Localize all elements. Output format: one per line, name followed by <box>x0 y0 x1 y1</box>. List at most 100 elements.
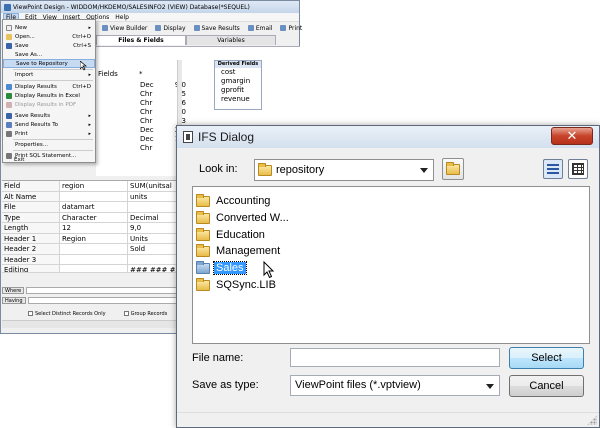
menu-item-send-results-to[interactable]: Send Results To ▸ <box>3 120 95 129</box>
file-menu: New ▸ Open... Ctrl+O Save Ctrl+S Save As...… <box>2 19 96 163</box>
property-value[interactable]: datamart <box>60 202 128 212</box>
list-item[interactable]: Education <box>196 227 267 243</box>
property-value[interactable] <box>60 191 128 201</box>
look-in-select[interactable]: repository <box>254 159 434 181</box>
property-value[interactable] <box>60 265 128 272</box>
cancel-button[interactable]: Cancel <box>509 375 584 397</box>
menu-help[interactable]: Help <box>115 14 129 21</box>
menu-item-save-results[interactable]: Save Results ▸ <box>3 111 95 120</box>
field-type: Chr <box>140 117 153 125</box>
list-item-label: Management <box>216 245 281 257</box>
vp-title: ViewPoint Design - WIDDOM/HKDEMO/SALESIN… <box>13 3 250 11</box>
menu-item-save-as[interactable]: Save As... <box>3 50 95 59</box>
look-in-label: Look in: <box>199 163 238 175</box>
menu-item-new[interactable]: New ▸ <box>3 23 95 32</box>
submenu-arrow-icon: ▸ <box>88 71 91 78</box>
property-name: Header 1 <box>2 233 60 243</box>
select-distinct-checkbox[interactable] <box>28 311 33 316</box>
list-item[interactable]: Accounting <box>196 193 272 209</box>
property-value[interactable]: Decimal <box>128 213 159 223</box>
chevron-down-icon <box>486 384 494 389</box>
close-button[interactable]: ✕ <box>551 127 593 145</box>
menu-item-label: Save to Repository <box>16 60 68 67</box>
tab-files-fields[interactable]: Files & Fields <box>96 35 186 45</box>
menu-item-display-excel[interactable]: Display Results in Excel <box>3 91 95 100</box>
derived-field-item[interactable]: gmargin <box>215 77 261 86</box>
menu-item-open[interactable]: Open... Ctrl+O <box>3 32 95 41</box>
derived-fields-box: Derived Fields cost gmargin gprofit reve… <box>214 60 262 110</box>
menu-item-label: Properties... <box>15 141 49 148</box>
property-value[interactable]: Sold <box>128 244 145 254</box>
record-options: Select Distinct Records Only Group Recor… <box>28 311 167 317</box>
up-one-level-button[interactable] <box>442 158 464 180</box>
property-value[interactable]: Units <box>128 234 148 244</box>
display-icon <box>155 25 162 31</box>
excel-icon <box>6 92 12 99</box>
save-as-type-select[interactable]: ViewPoint files (*.vptview) <box>290 375 500 396</box>
resize-grip[interactable] <box>587 415 597 425</box>
menu-item-print[interactable]: Print ▸ <box>3 129 95 138</box>
chevron-down-icon <box>420 168 428 173</box>
folder-icon <box>196 260 210 274</box>
details-view-button[interactable] <box>568 159 588 179</box>
derived-field-item[interactable]: cost <box>215 68 261 77</box>
menu-item-display-results[interactable]: Display Results Ctrl+D <box>3 82 95 91</box>
list-item[interactable]: SQSync.LIB <box>196 277 278 293</box>
email-button[interactable]: Email <box>246 24 275 33</box>
ifs-dialog: IFS Dialog ✕ Look in: repository Account… <box>176 125 600 428</box>
group-records-option[interactable]: Group Records <box>123 311 167 317</box>
menu-item-properties[interactable]: Properties... <box>3 140 95 149</box>
vp-tabs: Files & Fields Variables <box>96 35 276 45</box>
open-folder-icon <box>6 33 12 40</box>
property-value[interactable]: Region <box>60 233 128 243</box>
property-value[interactable]: region <box>60 181 128 191</box>
property-value[interactable]: 9,0 <box>128 223 141 233</box>
select-button[interactable]: Select <box>509 347 584 369</box>
field-type: Chr <box>140 108 153 116</box>
tab-variables[interactable]: Variables <box>186 35 276 45</box>
property-value[interactable]: Character <box>60 212 128 222</box>
list-item[interactable]: Management <box>196 243 282 259</box>
where-input[interactable] <box>26 287 182 294</box>
view-builder-button[interactable]: View Builder <box>100 24 149 33</box>
where-button[interactable]: Where <box>2 287 25 294</box>
menu-shortcut: Ctrl+D <box>72 83 91 90</box>
derived-field-item[interactable]: revenue <box>215 95 261 104</box>
menu-item-save[interactable]: Save Ctrl+S <box>3 41 95 50</box>
derived-field-item[interactable]: gprofit <box>215 86 261 95</box>
field-length: 25 <box>166 90 186 98</box>
save-icon <box>6 42 12 49</box>
field-length: 16 <box>166 99 186 107</box>
print-button[interactable]: Print <box>278 24 304 33</box>
property-value[interactable]: 12 <box>60 223 128 233</box>
menu-item-display-pdf[interactable]: Display Results in PDF <box>3 100 95 109</box>
list-item-selected[interactable]: Sales <box>196 260 247 276</box>
menu-item-exit-label[interactable]: Exit <box>14 157 24 163</box>
menu-item-label: Display Results in PDF <box>15 101 77 108</box>
select-distinct-option[interactable]: Select Distinct Records Only <box>28 311 106 317</box>
list-item[interactable]: Converted W... <box>196 210 291 226</box>
folder-icon <box>196 243 210 257</box>
property-value[interactable]: SUM(unitsal <box>128 181 172 191</box>
file-name-input[interactable] <box>290 348 500 367</box>
print-label: Print <box>288 24 303 32</box>
save-results-button[interactable]: Save Results <box>192 24 242 33</box>
dialog-title: IFS Dialog <box>198 130 255 144</box>
file-list-pane[interactable]: Accounting Converted W... Education Mana… <box>192 186 590 344</box>
property-value[interactable] <box>60 244 128 254</box>
save-as-type-label: Save as type: <box>192 379 259 391</box>
menu-item-import[interactable]: Import ▸ <box>3 70 95 79</box>
having-button[interactable]: Having <box>2 297 26 304</box>
property-value[interactable] <box>128 255 130 265</box>
list-view-button[interactable] <box>543 159 563 179</box>
property-value[interactable] <box>128 202 130 212</box>
display-button[interactable]: Display <box>153 24 187 33</box>
vp-toolbar: View Builder Display Save Results Email … <box>100 22 304 34</box>
app-icon <box>4 3 11 11</box>
property-value[interactable]: units <box>128 192 147 202</box>
having-input[interactable] <box>27 297 182 304</box>
property-value[interactable] <box>60 254 128 264</box>
group-records-checkbox[interactable] <box>123 311 129 316</box>
menu-item-label: Display Results <box>15 83 57 90</box>
save-icon <box>6 112 12 119</box>
